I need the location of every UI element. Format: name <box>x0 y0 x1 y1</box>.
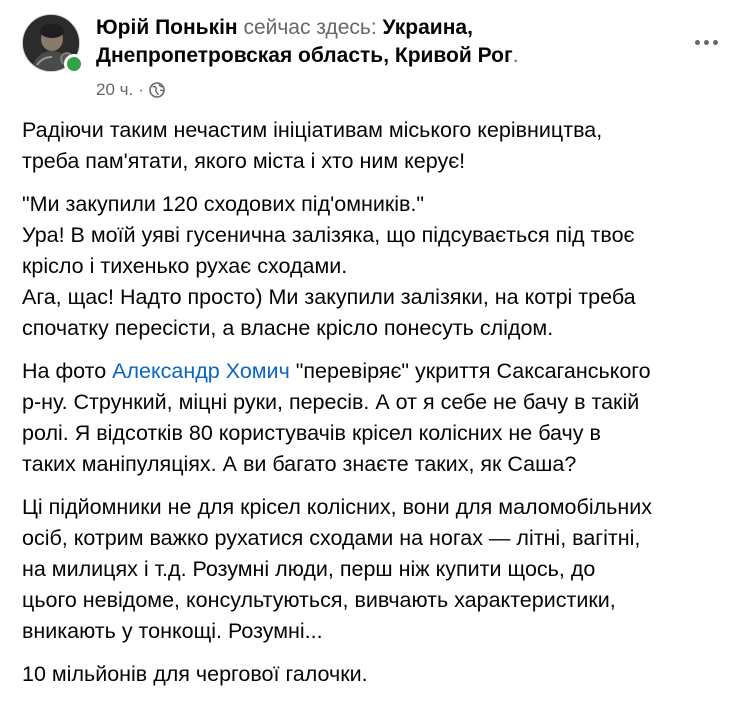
more-dot <box>712 39 718 45</box>
post-meta: 20 ч. · <box>96 80 165 100</box>
is-here-text: сейчас здесь: <box>237 16 383 39</box>
post-body: Радіючи таким нечастим ініціативам міськ… <box>22 115 732 702</box>
more-dot <box>694 39 700 45</box>
more-dot <box>703 39 709 45</box>
post-paragraph-2: "Ми закупили 120 сходових під'омників." … <box>22 192 636 340</box>
more-options-icon[interactable] <box>688 24 724 60</box>
post-paragraph-5: 10 мільйонів для чергової галочки. <box>22 662 368 686</box>
globe-icon[interactable] <box>149 82 165 98</box>
avatar[interactable] <box>22 14 84 74</box>
online-status-dot <box>64 54 84 74</box>
meta-separator: · <box>138 80 144 99</box>
paragraph-3-start: На фото <box>22 359 113 383</box>
facebook-post: Юрій Понькін сейчас здесь: Украина, Днеп… <box>0 0 742 704</box>
post-paragraph-3: На фото Александр Хомич "перевіряє" укри… <box>22 356 732 480</box>
mention-link[interactable]: Александр Хомич <box>112 359 290 383</box>
post-title-line: Юрій Понькін сейчас здесь: Украина, Днеп… <box>96 14 656 70</box>
post-paragraph-1: Радіючи таким нечастим ініціативам міськ… <box>22 118 603 173</box>
post-header: Юрій Понькін сейчас здесь: Украина, Днеп… <box>22 14 662 110</box>
post-paragraph-4: Ці підйомники не для крісел колісних, во… <box>22 495 652 643</box>
location-suffix: . <box>512 44 519 67</box>
post-timestamp[interactable]: 20 ч. <box>96 80 133 100</box>
author-name-link[interactable]: Юрій Понькін <box>96 16 238 39</box>
